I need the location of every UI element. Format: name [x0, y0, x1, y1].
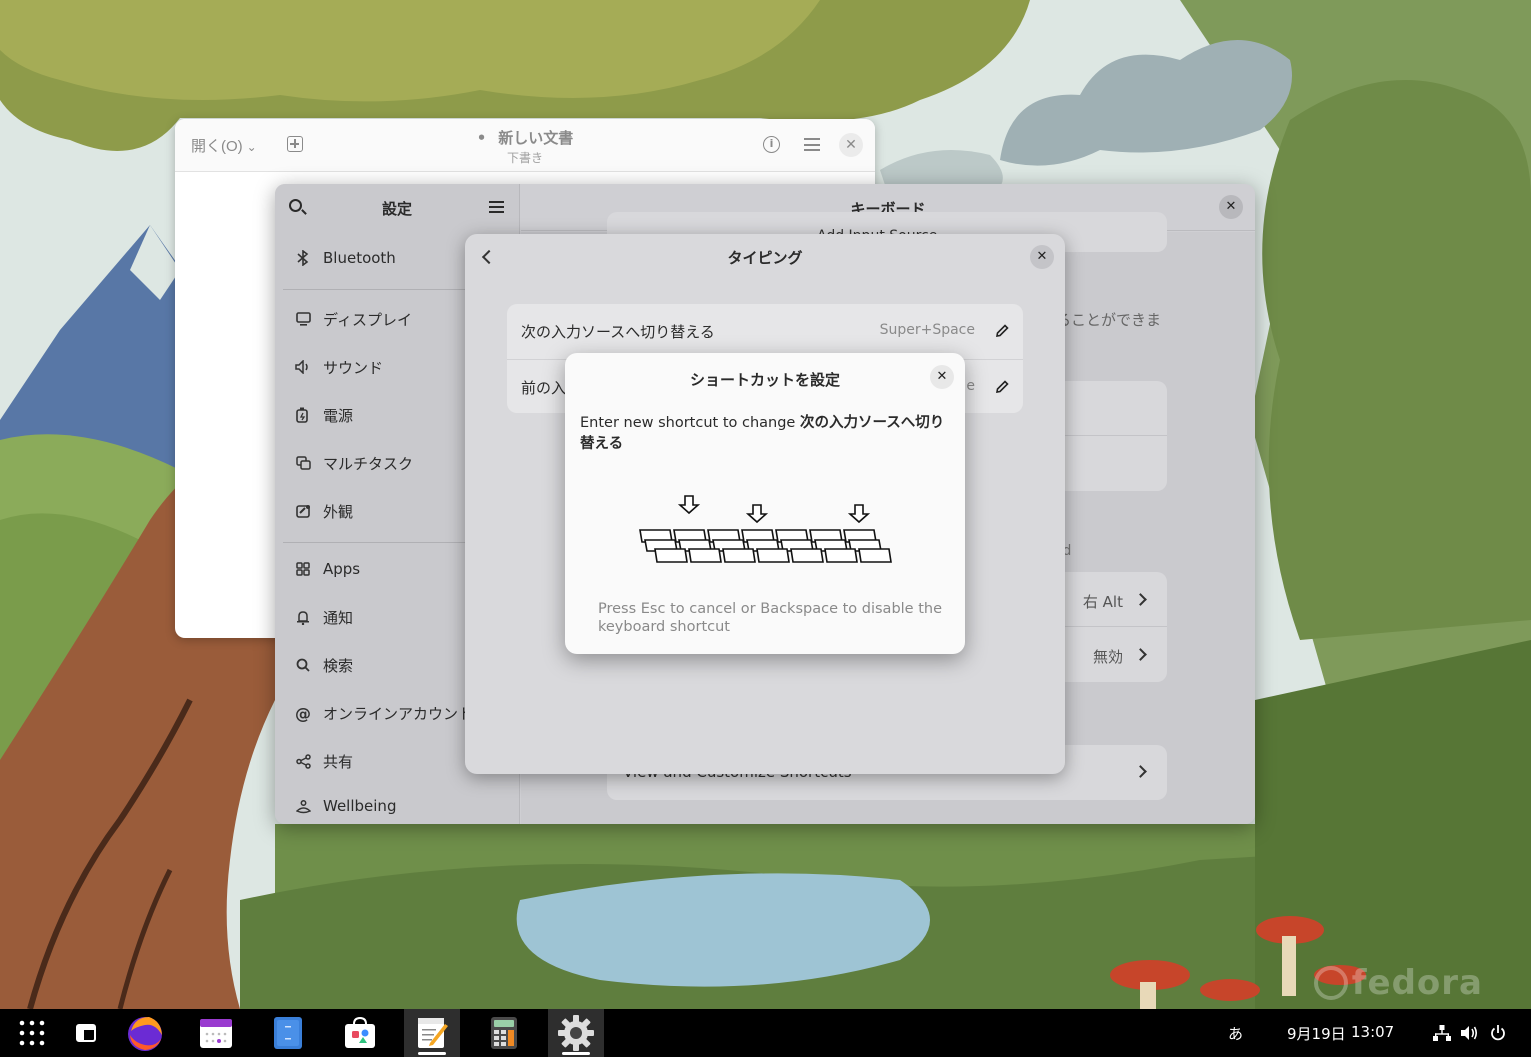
file-manager-icon[interactable]: [264, 1009, 312, 1057]
sidebar-title: 設定: [381, 200, 412, 218]
dialog-hint: Press Esc to cancel or Backspace to disa…: [598, 601, 942, 635]
alternate-characters-key-value[interactable]: 右 Alt: [1083, 591, 1123, 612]
sidebar-item-label: サウンド: [323, 358, 384, 377]
chevron-right-icon: [1134, 765, 1147, 778]
sidebar-item-label: オンラインアカウント: [323, 704, 474, 723]
clock-date[interactable]: 9月19日: [1287, 1023, 1346, 1044]
network-icon[interactable]: [1432, 1009, 1452, 1057]
sidebar-item-label: 外観: [323, 502, 354, 521]
hamburger-menu-icon[interactable]: [489, 201, 504, 213]
window-overview-icon[interactable]: [70, 1009, 102, 1057]
close-icon[interactable]: ✕: [1219, 195, 1243, 219]
editor-headerbar: 開く(O) ⌄ • 新しい文書 下書き i ✕: [175, 119, 875, 172]
calculator-icon[interactable]: [480, 1009, 528, 1057]
compose-key-value[interactable]: 無効: [1093, 646, 1123, 667]
search-icon: [295, 657, 311, 673]
next-input-source-row[interactable]: 次の入力ソースへ切り替える Super+Space: [507, 304, 1023, 358]
sidebar-item-label: 共有: [323, 752, 354, 771]
sound-icon: [295, 359, 311, 375]
document-title-text: 新しい文書: [498, 129, 574, 147]
sidebar-item-label: 電源: [323, 406, 354, 425]
chevron-right-icon: [1134, 648, 1147, 661]
apps-icon: [295, 561, 311, 577]
bluetooth-icon: [295, 250, 311, 266]
input-method-indicator[interactable]: あ: [1228, 1023, 1243, 1044]
dialog-title: ショートカットを設定: [689, 371, 840, 389]
input-sources-description: ることができま: [1056, 311, 1162, 329]
taskbar: あ 9月19日 13:07: [0, 1009, 1531, 1057]
multitasking-icon: [295, 455, 311, 471]
share-icon: [295, 753, 311, 769]
power-icon[interactable]: [1488, 1009, 1508, 1057]
modified-indicator: •: [476, 129, 487, 147]
description-text: Enter new shortcut to change: [580, 415, 800, 431]
set-shortcut-dialog[interactable]: ショートカットを設定 ✕ Enter new shortcut to chang…: [565, 353, 965, 654]
row-label: 前の入: [521, 379, 567, 397]
sidebar-separator: [283, 542, 473, 543]
pencil-icon[interactable]: [995, 380, 1009, 394]
sidebar-item-label: 検索: [323, 656, 354, 675]
wellbeing-icon: [295, 798, 311, 814]
software-icon[interactable]: [336, 1009, 384, 1057]
sidebar-item-wellbeing[interactable]: Wellbeing: [275, 784, 520, 824]
fedora-watermark: fedora: [1313, 963, 1483, 1003]
sidebar-item-label: 通知: [323, 608, 354, 627]
row-label: 次の入力ソースへ切り替える: [521, 323, 715, 341]
power-icon: [295, 407, 311, 423]
text-editor-icon[interactable]: [404, 1009, 460, 1057]
appearance-icon: [295, 503, 311, 519]
hamburger-menu-icon[interactable]: [804, 138, 820, 151]
close-icon[interactable]: ✕: [1030, 245, 1054, 269]
sidebar-separator: [283, 289, 473, 290]
chevron-right-icon: [1134, 593, 1147, 606]
app-grid-icon[interactable]: [12, 1009, 52, 1057]
sidebar-item-label: ディスプレイ: [323, 310, 412, 329]
pencil-icon[interactable]: [995, 324, 1009, 338]
calendar-icon[interactable]: [192, 1009, 240, 1057]
settings-icon[interactable]: [548, 1009, 604, 1057]
shortcut-value: Super+Space: [879, 322, 975, 338]
bell-icon: [295, 609, 311, 625]
volume-icon[interactable]: [1459, 1009, 1479, 1057]
info-icon[interactable]: i: [763, 136, 780, 153]
close-icon[interactable]: ✕: [930, 365, 954, 389]
sidebar-item-label: Wellbeing: [323, 797, 397, 815]
sidebar-item-label: マルチタスク: [323, 454, 414, 473]
clock-time[interactable]: 13:07: [1351, 1023, 1394, 1041]
firefox-icon[interactable]: [120, 1009, 170, 1057]
display-icon: [295, 311, 311, 327]
close-icon[interactable]: ✕: [839, 133, 863, 157]
sidebar-header: 設定: [275, 184, 519, 231]
dialog-title: タイピング: [727, 249, 803, 267]
sidebar-item-label: Bluetooth: [323, 249, 396, 267]
shortcut-value: e: [966, 378, 975, 394]
dialog-description: Enter new shortcut to change 次の入力ソースへ切り替…: [580, 413, 955, 455]
keyboard-illustration: [639, 495, 892, 563]
sidebar-item-label: Apps: [323, 560, 361, 578]
at-icon: @: [295, 703, 311, 723]
